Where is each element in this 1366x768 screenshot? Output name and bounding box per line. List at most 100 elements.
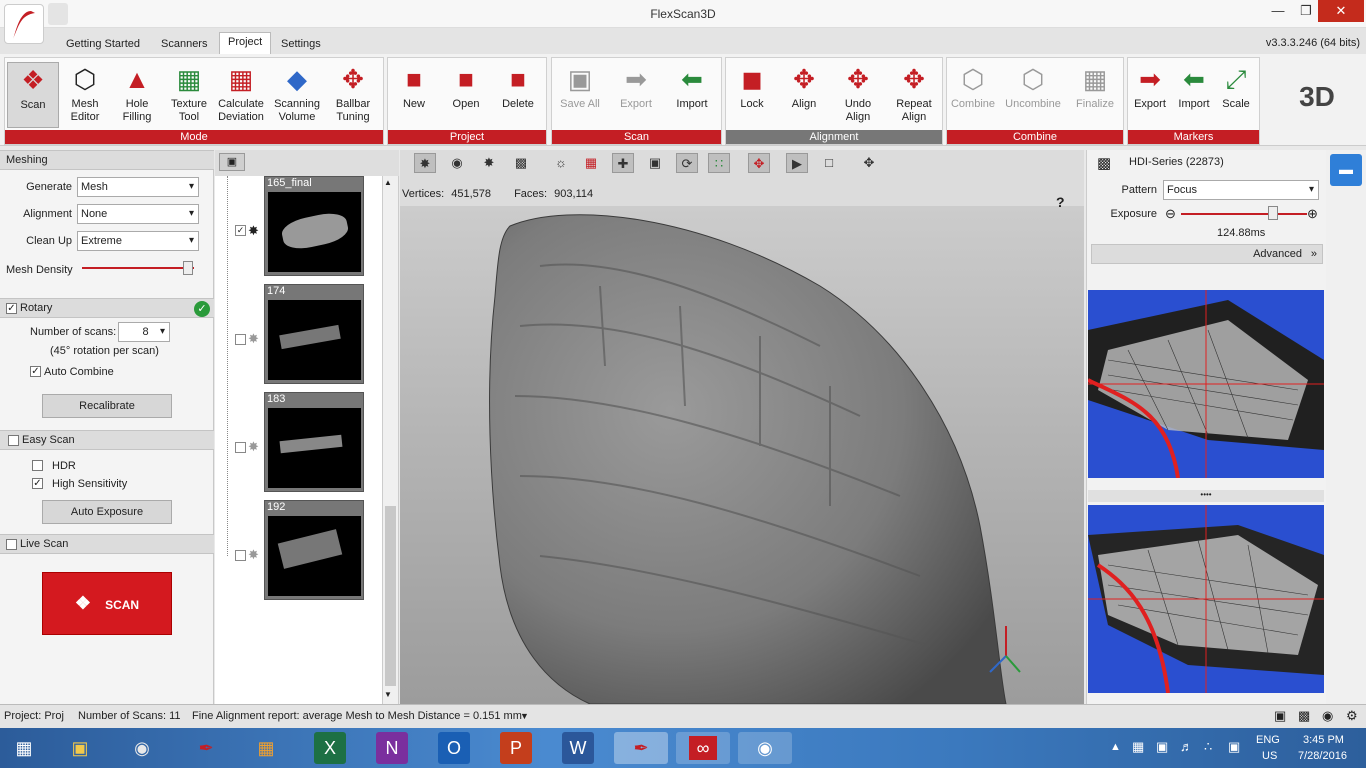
scan-visible-checkbox[interactable] [235, 550, 246, 561]
generate-select[interactable]: Mesh [77, 177, 199, 197]
scan-thumbnail[interactable]: 174 [264, 284, 364, 384]
word-icon[interactable]: W [562, 732, 594, 764]
flexscan-pen-icon[interactable]: ✒ [190, 732, 222, 764]
export-scan-button[interactable]: ➡ Export [610, 62, 662, 128]
scale-markers-button[interactable]: ⤢ Scale [1210, 62, 1262, 128]
undo-align-button[interactable]: ✥ Undo Align [832, 62, 884, 128]
bounding-box-icon[interactable]: ▣ [644, 153, 666, 173]
alignment-select[interactable]: None [77, 204, 199, 224]
scanning-volume-button[interactable]: ◆ Scanning Volume [269, 62, 325, 128]
scroll-thumb[interactable] [385, 506, 396, 686]
hole-filling-button[interactable]: ▲ Hole Filling [111, 62, 163, 128]
close-button[interactable]: ✕ [1318, 0, 1364, 22]
exposure-increase-icon[interactable]: ⊕ [1307, 206, 1318, 222]
stop-icon[interactable]: □ [818, 153, 840, 173]
rotary-checkbox[interactable]: ✓ [6, 303, 17, 314]
excel-icon[interactable]: X [314, 732, 346, 764]
advanced-toggle[interactable]: Advanced» [1091, 244, 1323, 264]
delete-project-button[interactable]: ■ Delete [492, 62, 544, 128]
hdr-checkbox[interactable] [32, 460, 43, 471]
recalibrate-button[interactable]: Recalibrate [42, 394, 172, 418]
file-explorer-icon[interactable]: ▣ [64, 732, 96, 764]
tray-network-icon[interactable]: ▣ [1156, 739, 1168, 755]
view-texture-icon[interactable]: ◉ [446, 153, 468, 173]
language-indicator[interactable]: ENG [1256, 734, 1280, 746]
auto-combine-checkbox[interactable]: ✓ [30, 366, 41, 377]
tab-getting-started[interactable]: Getting Started [58, 35, 148, 54]
lock-button[interactable]: ◼ Lock [726, 62, 778, 128]
creative-cloud-icon[interactable]: ∞ [676, 732, 730, 764]
live-scan-checkbox[interactable] [6, 539, 17, 550]
rotary-header[interactable]: Rotary [0, 298, 214, 318]
3d-viewport[interactable]: Vertices: 451,578 Faces: 903,114 ? [400, 176, 1084, 704]
ballbar-tuning-button[interactable]: ✥ Ballbar Tuning [327, 62, 379, 128]
tab-project[interactable]: Project [219, 32, 272, 54]
grid-icon[interactable]: ▦ [580, 153, 602, 173]
app-logo-icon[interactable] [4, 4, 44, 44]
scan-thumbnail[interactable]: 165_final [264, 176, 364, 276]
align-button[interactable]: ✥ Align [778, 62, 830, 128]
play-icon[interactable]: ▶ [786, 153, 808, 173]
number-of-scans-select[interactable]: 8 [118, 322, 170, 342]
move-icon[interactable]: ✥ [858, 153, 880, 173]
easy-scan-checkbox[interactable] [8, 435, 19, 446]
tab-scanners[interactable]: Scanners [153, 35, 215, 54]
scan-list-scrollbar[interactable]: ▲ ▼ [382, 176, 398, 704]
chrome-icon[interactable]: ◉ [126, 732, 158, 764]
camera-feed-left[interactable] [1088, 290, 1324, 478]
save-all-button[interactable]: ▣ Save All [554, 62, 606, 128]
dock-device-icon[interactable]: ▬ [1330, 154, 1362, 186]
uncombine-button[interactable]: ⬡ Uncombine [1003, 62, 1063, 128]
flexscan-taskbar-icon[interactable]: ✒ [614, 732, 668, 764]
quick-access-button[interactable] [48, 3, 68, 25]
powerpoint-icon[interactable]: P [500, 732, 532, 764]
clock-time[interactable]: 3:45 PM [1303, 734, 1344, 746]
calculate-deviation-button[interactable]: ▦ Calculate Deviation [215, 62, 267, 128]
scan-thumbnail[interactable]: 183 [264, 392, 364, 492]
rotate-icon[interactable]: ⟳ [676, 153, 698, 173]
target-icon[interactable]: ◉ [1322, 705, 1333, 727]
settings-icon[interactable]: ⚙ [1346, 705, 1358, 727]
mesh-density-slider[interactable] [183, 261, 194, 275]
new-project-button[interactable]: ■ New [388, 62, 440, 128]
volume-icon[interactable]: ♬ [1180, 739, 1193, 754]
high-sensitivity-checkbox[interactable]: ✓ [32, 478, 43, 489]
scan-visible-checkbox[interactable]: ✓ [235, 225, 246, 236]
onenote-icon[interactable]: N [376, 732, 408, 764]
report-dropdown-icon[interactable]: ▼ [520, 705, 529, 727]
wifi-signal-icon[interactable]: ∴ [1204, 739, 1212, 755]
view-points-icon[interactable]: ▩ [510, 153, 532, 173]
scan-visible-checkbox[interactable] [235, 334, 246, 345]
screenshot-icon[interactable]: ▣ [1274, 705, 1286, 727]
tray-expand-icon[interactable]: ▲ [1110, 741, 1121, 753]
app-grid-icon[interactable]: ▦ [250, 732, 282, 764]
camera-feed-right[interactable] [1088, 505, 1324, 693]
scan-thumbnail[interactable]: 192 [264, 500, 364, 600]
scroll-up-icon[interactable]: ▲ [384, 178, 392, 187]
tab-settings[interactable]: Settings [273, 35, 329, 54]
tray-windows-icon[interactable]: ▦ [1132, 739, 1144, 755]
start-windows-icon[interactable]: ▦ [8, 732, 40, 764]
markers-view-icon[interactable]: ∷ [708, 153, 730, 173]
exposure-slider[interactable] [1267, 206, 1278, 220]
mesh-editor-button[interactable]: ⬡ Mesh Editor [59, 62, 111, 128]
easy-scan-header[interactable]: Easy Scan [0, 430, 214, 450]
notification-icon[interactable]: ▣ [1228, 739, 1240, 755]
pattern-select[interactable]: Focus [1163, 180, 1319, 200]
combine-button[interactable]: ⬡ Combine [947, 62, 999, 128]
axes-icon[interactable]: ✚ [612, 153, 634, 173]
import-scan-button[interactable]: ⬅ Import [666, 62, 718, 128]
light-icon[interactable]: ☼ [550, 153, 572, 173]
scan-button[interactable]: ❖ SCAN [42, 572, 172, 635]
view-wireframe-icon[interactable]: ✸ [478, 153, 500, 173]
texture-tool-button[interactable]: ▦ Texture Tool [163, 62, 215, 128]
exposure-decrease-icon[interactable]: ⊖ [1165, 206, 1176, 222]
scroll-down-icon[interactable]: ▼ [384, 690, 392, 699]
splitter-handle[interactable]: •••• [1088, 490, 1324, 502]
clock-date[interactable]: 7/28/2016 [1298, 750, 1347, 762]
outlook-icon[interactable]: O [438, 732, 470, 764]
turntable-icon[interactable]: ✥ [748, 153, 770, 173]
view-mesh-icon[interactable]: ✸ [414, 153, 436, 173]
repeat-align-button[interactable]: ✥ Repeat Align [888, 62, 940, 128]
scan-mode-button[interactable]: ❖ Scan [7, 62, 59, 128]
